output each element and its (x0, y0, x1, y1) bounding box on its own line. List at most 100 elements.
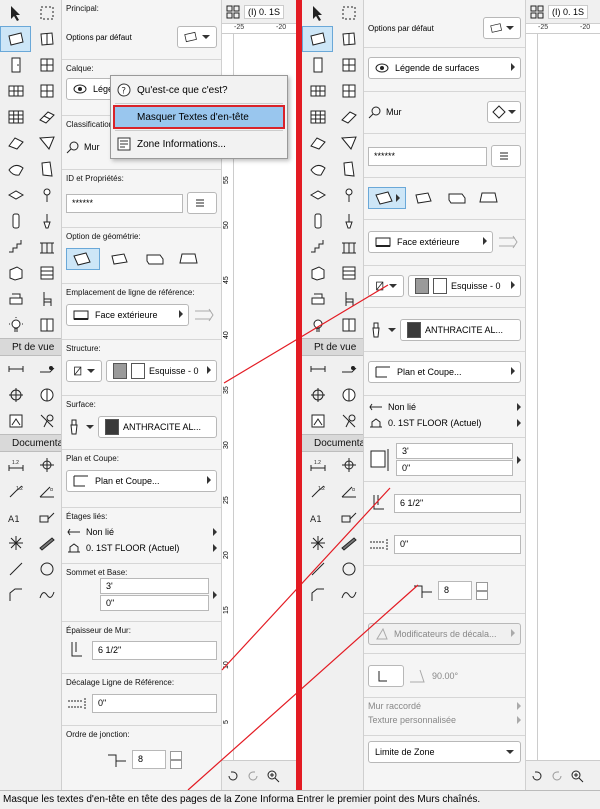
right-etage-bottom-value[interactable]: 0. 1ST FLOOR (Actuel) (388, 418, 481, 428)
chevron-down-icon[interactable] (388, 328, 396, 332)
wall-tool-icon[interactable] (302, 26, 333, 52)
menu-item-whats-this[interactable]: ? Qu'est-ce que c'est? (111, 78, 287, 102)
label-tool-icon[interactable] (333, 504, 363, 530)
right-geometry-trapezoid-button[interactable] (412, 187, 438, 209)
line-tool-icon[interactable] (0, 556, 31, 582)
morph-tool-icon[interactable] (302, 156, 333, 182)
view-tab[interactable]: (I) 0. 1S (244, 4, 285, 19)
geometry-polygon-button[interactable] (142, 248, 168, 270)
dimension-tool-icon[interactable]: 1.2 (302, 452, 333, 478)
toolbox-section-documentation[interactable]: Documenta (0, 434, 61, 452)
junction-field[interactable]: 8 (132, 750, 166, 769)
modifiers-button[interactable]: Modificateurs de décala... (368, 623, 521, 645)
zoom-in-icon[interactable] (570, 769, 584, 783)
zone-boundary-select[interactable]: Limite de Zone (368, 741, 521, 763)
label-tool-icon[interactable] (31, 504, 61, 530)
stepper-up-button[interactable] (170, 750, 182, 760)
skylight-tool-icon[interactable] (31, 78, 61, 104)
elevation-tool-icon[interactable] (31, 356, 61, 382)
right-favorites-button[interactable] (483, 17, 521, 39)
light-tool-icon[interactable] (0, 312, 31, 338)
roof-tool-icon[interactable] (0, 130, 31, 156)
column-tool-icon[interactable] (0, 208, 31, 234)
zone-tool-icon[interactable] (0, 260, 31, 286)
toolbox-section-viewpoint[interactable]: Pt de vue (302, 338, 363, 356)
spline-tool-icon[interactable] (31, 582, 61, 608)
text-tool-icon[interactable]: A1 (0, 504, 31, 530)
shell-tool-icon[interactable] (333, 130, 363, 156)
undo-zoom-icon[interactable] (226, 769, 240, 783)
column-tool-icon[interactable] (302, 208, 333, 234)
shell-tool-icon[interactable] (31, 130, 61, 156)
right-junction-field[interactable]: 8 (438, 581, 472, 600)
interior-elevation-tool-icon[interactable] (0, 382, 31, 408)
grid-tool-icon[interactable] (302, 104, 333, 130)
chevron-right-icon[interactable] (517, 716, 521, 724)
zoom-in-icon[interactable] (266, 769, 280, 783)
stair-tool-icon[interactable] (302, 234, 333, 260)
radial-dimension-tool-icon[interactable]: 1.2 (302, 478, 333, 504)
level-dimension-tool-icon[interactable] (333, 452, 363, 478)
circle-tool-icon[interactable] (333, 556, 363, 582)
slab-tool-icon[interactable] (302, 182, 333, 208)
window-tool-icon[interactable] (31, 52, 61, 78)
offset-field[interactable]: 0" (92, 694, 217, 713)
angle-dimension-tool-icon[interactable]: α (31, 478, 61, 504)
furniture-tool-icon[interactable] (0, 286, 31, 312)
curtain-wall-tool-icon[interactable] (31, 26, 61, 52)
right-geometry-slanted-button[interactable] (476, 187, 502, 209)
geometry-straight-button[interactable] (66, 248, 100, 270)
chevron-right-icon[interactable] (213, 590, 217, 599)
door-tool-icon[interactable] (302, 52, 333, 78)
worksheet-tool-icon[interactable] (333, 382, 363, 408)
chevron-right-icon[interactable] (517, 455, 521, 464)
angle-dimension-tool-icon[interactable]: α (333, 478, 363, 504)
railing-tool-icon[interactable] (333, 234, 363, 260)
surface-button[interactable]: ANTHRACITE AL... (98, 416, 217, 438)
flip-icon[interactable] (497, 234, 521, 250)
section-tool-icon[interactable] (302, 356, 333, 382)
plan-button[interactable]: Plan et Coupe... (66, 470, 217, 492)
lamp-tool-icon[interactable] (333, 208, 363, 234)
view-tab[interactable]: (I) 0. 1S (548, 4, 589, 19)
chair-tool-icon[interactable] (333, 286, 363, 312)
hotspot-tool-icon[interactable] (302, 530, 333, 556)
stepper-up-button[interactable] (476, 581, 488, 591)
window-grid-tool-icon[interactable] (333, 312, 363, 338)
base-offset-field[interactable]: 0" (100, 595, 209, 611)
right-surface-button[interactable]: ANTHRACITE AL... (400, 319, 521, 341)
right-geometry-polygon-button[interactable] (444, 187, 470, 209)
angle-value[interactable]: 90.00° (432, 671, 458, 681)
door-tool-icon[interactable] (0, 52, 31, 78)
profile-button[interactable] (368, 665, 404, 687)
right-offset-field[interactable]: 0" (394, 535, 521, 554)
chevron-right-icon[interactable] (213, 528, 217, 536)
right-canvas[interactable]: (I) 0. 1S -25 -20 (526, 0, 600, 790)
window-grid-tool-icon[interactable] (31, 312, 61, 338)
chevron-right-icon[interactable] (213, 544, 217, 552)
morph-tool-icon[interactable] (0, 156, 31, 182)
structure-type-button[interactable] (66, 360, 102, 382)
text-tool-icon[interactable]: A1 (302, 504, 333, 530)
right-plan-button[interactable]: Plan et Coupe... (368, 361, 521, 383)
right-classification-button[interactable] (487, 101, 521, 123)
mesh-tool-icon[interactable] (31, 156, 61, 182)
composite-button[interactable]: Esquisse - 0 (106, 360, 217, 382)
id-field[interactable]: ****** (66, 193, 183, 213)
curtain-grid-tool-icon[interactable] (0, 78, 31, 104)
flip-icon[interactable] (193, 307, 217, 323)
curtain-wall-tool-icon[interactable] (333, 26, 363, 52)
right-layer-button[interactable]: Légende de surfaces (368, 57, 521, 79)
right-geometry-straight-button[interactable] (368, 187, 406, 209)
right-etage-top-value[interactable]: Non lié (388, 402, 416, 412)
fill-tool-icon[interactable] (333, 530, 363, 556)
arrow-tool-icon[interactable] (302, 0, 333, 26)
skylight-tool-icon[interactable] (333, 78, 363, 104)
menu-item-info-box[interactable]: Zone Informations... (111, 132, 287, 156)
right-properties-button[interactable] (491, 145, 521, 167)
ref-line-button[interactable]: Face extérieure (66, 304, 189, 326)
chevron-right-icon[interactable] (517, 419, 521, 427)
interior-elevation-tool-icon[interactable] (302, 382, 333, 408)
right-id-field[interactable]: ****** (368, 146, 487, 166)
chevron-right-icon[interactable] (517, 702, 521, 710)
